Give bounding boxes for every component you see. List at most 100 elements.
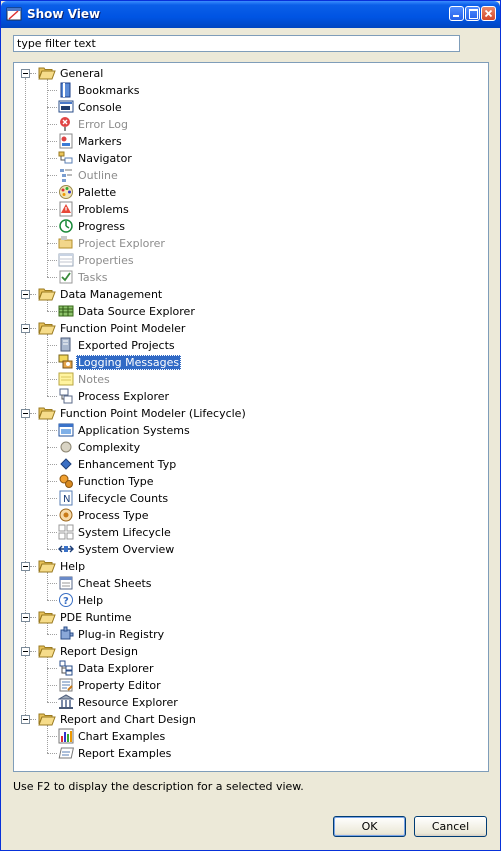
close-button[interactable] [481, 6, 496, 21]
console-icon [58, 100, 74, 113]
tree-view-item[interactable]: System Lifecycle [14, 524, 488, 541]
lifecycle-counts-icon: N [59, 490, 73, 506]
view-label: Process Type [78, 509, 149, 522]
palette-icon [59, 185, 73, 199]
collapse-toggle[interactable] [21, 69, 30, 78]
tree-category[interactable]: PDE Runtime [14, 609, 488, 626]
category-label: Function Point Modeler [60, 322, 186, 335]
tree-view-item[interactable]: Problems [14, 201, 488, 218]
view-label: Report Examples [78, 747, 172, 760]
view-label: Resource Explorer [78, 696, 178, 709]
view-label: Palette [78, 186, 117, 199]
collapse-toggle[interactable] [21, 324, 30, 333]
tree-category[interactable]: General [14, 65, 488, 82]
minimize-button[interactable] [449, 6, 464, 21]
tree-view-item[interactable]: Bookmarks [14, 82, 488, 99]
show-view-dialog: Show View General Bookmarks Console Error L… [0, 0, 501, 851]
data-source-explorer-icon [58, 305, 74, 317]
tree-view-item[interactable]: Function Type [14, 473, 488, 490]
process-explorer-icon [59, 388, 73, 404]
tree-category[interactable]: Function Point Modeler [14, 320, 488, 337]
tree-view-item[interactable]: Data Source Explorer [14, 303, 488, 320]
view-tree[interactable]: General Bookmarks Console Error Log Markers N… [13, 62, 489, 772]
tree-view-item[interactable]: Navigator [14, 150, 488, 167]
tree-view-item[interactable]: Data Explorer [14, 660, 488, 677]
folder-open-icon [38, 288, 56, 301]
collapse-toggle[interactable] [21, 562, 30, 571]
project-explorer-icon [58, 236, 73, 249]
collapse-toggle[interactable] [21, 409, 30, 418]
tree-view-item[interactable]: System Overview [14, 541, 488, 558]
view-label: Bookmarks [78, 84, 140, 97]
tree-view-item[interactable]: Logging Messages [14, 354, 488, 371]
property-editor-icon [59, 678, 73, 692]
view-label: Cheat Sheets [78, 577, 152, 590]
tree-view-item[interactable]: Process Type [14, 507, 488, 524]
collapse-toggle[interactable] [21, 715, 30, 724]
tree-view-item[interactable]: Complexity [14, 439, 488, 456]
collapse-toggle[interactable] [21, 290, 30, 299]
cancel-button[interactable]: Cancel [414, 816, 487, 837]
view-label: Exported Projects [78, 339, 175, 352]
tree-view-item[interactable]: Report Examples [14, 745, 488, 762]
view-label: Chart Examples [78, 730, 166, 743]
tree-view-item[interactable]: Exported Projects [14, 337, 488, 354]
tree-view-item[interactable]: Property Editor [14, 677, 488, 694]
tree-view-item[interactable]: ? Help [14, 592, 488, 609]
view-label: Help [78, 594, 104, 607]
tree-view-item[interactable]: Error Log [14, 116, 488, 133]
category-label: Report Design [60, 645, 138, 658]
help-icon: ? [59, 593, 73, 607]
view-label: Complexity [78, 441, 141, 454]
outline-icon [60, 169, 72, 182]
tree-view-item[interactable]: Outline [14, 167, 488, 184]
tree-view-item[interactable]: Notes [14, 371, 488, 388]
status-hint: Use F2 to display the description for a … [13, 780, 304, 793]
title-bar[interactable]: Show View [1, 1, 500, 28]
resource-explorer-icon [58, 694, 74, 709]
tree-view-item[interactable]: Chart Examples [14, 728, 488, 745]
folder-open-icon [38, 713, 56, 726]
view-label: System Overview [78, 543, 175, 556]
view-label: Progress [78, 220, 125, 233]
plugin-registry-icon [60, 626, 74, 640]
application-systems-icon [58, 423, 74, 437]
tree-view-item[interactable]: Plug-in Registry [14, 626, 488, 643]
collapse-toggle[interactable] [21, 613, 30, 622]
system-lifecycle-icon [58, 524, 74, 540]
tree-view-item[interactable]: Console [14, 99, 488, 116]
view-label: Outline [78, 169, 118, 182]
tree-category[interactable]: Report Design [14, 643, 488, 660]
category-label: General [60, 67, 104, 80]
filter-input[interactable] [13, 35, 460, 52]
error-log-icon [60, 117, 70, 131]
collapse-toggle[interactable] [21, 647, 30, 656]
tree-view-item[interactable]: Project Explorer [14, 235, 488, 252]
tree-category[interactable]: Report and Chart Design [14, 711, 488, 728]
maximize-button[interactable] [465, 6, 480, 21]
tree-view-item[interactable]: Cheat Sheets [14, 575, 488, 592]
folder-open-icon [38, 67, 56, 80]
tree-category[interactable]: Data Management [14, 286, 488, 303]
svg-text:?: ? [63, 596, 69, 607]
process-type-icon [59, 508, 73, 522]
tree-view-item[interactable]: Properties [14, 252, 488, 269]
tree-view-item[interactable]: N Lifecycle Counts [14, 490, 488, 507]
tree-view-item[interactable]: Progress [14, 218, 488, 235]
view-label: Application Systems [78, 424, 190, 437]
folder-open-icon [38, 560, 56, 573]
tree-category[interactable]: Help [14, 558, 488, 575]
ok-button[interactable]: OK [333, 816, 406, 837]
navigator-icon [58, 151, 73, 164]
tree-view-item[interactable]: Enhancement Typ [14, 456, 488, 473]
tree-view-item[interactable]: Palette [14, 184, 488, 201]
tree-view-item[interactable]: Markers [14, 133, 488, 150]
tree-view-item[interactable]: Resource Explorer [14, 694, 488, 711]
view-label: Notes [78, 373, 110, 386]
tree-view-item[interactable]: Application Systems [14, 422, 488, 439]
view-label: Navigator [78, 152, 132, 165]
tree-view-item[interactable]: Tasks [14, 269, 488, 286]
tree-category[interactable]: Function Point Modeler (Lifecycle) [14, 405, 488, 422]
tree-view-item[interactable]: Process Explorer [14, 388, 488, 405]
minimize-icon [453, 15, 459, 17]
